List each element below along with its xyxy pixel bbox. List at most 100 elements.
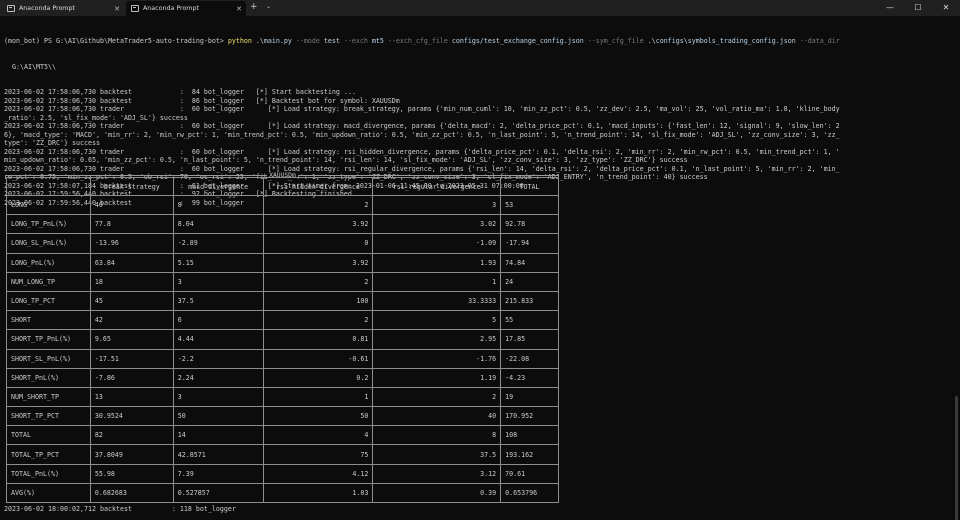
tab-close-icon[interactable]: ✕: [232, 5, 246, 13]
table-cell: 215.833: [500, 290, 559, 312]
scrollbar-thumb[interactable]: [955, 396, 958, 520]
table-cell: 6: [172, 310, 264, 331]
maximize-button[interactable]: ☐: [904, 0, 932, 16]
row-label: LONG: [6, 194, 91, 216]
table-cell: 8.04: [172, 214, 264, 235]
command-part: mt5: [367, 37, 388, 45]
command-line: (mon_bot) PS G:\AI\Github\MetaTrader5-au…: [4, 37, 950, 46]
command-part: --data_dir: [799, 37, 840, 45]
chevron-down-icon[interactable]: ⌄: [266, 3, 271, 10]
command-part: --mode: [295, 37, 320, 45]
table-cell: 1: [372, 271, 502, 292]
title-bar: Anaconda Prompt ✕ Anaconda Prompt ✕ + ⌄ …: [0, 0, 960, 16]
table-cell: 53: [500, 194, 559, 216]
command-part: test: [319, 37, 344, 45]
row-label: SHORT: [6, 310, 91, 331]
log-line: 2023-06-02 17:58:06,730 backtest : 84 bo…: [4, 88, 356, 96]
command-part: .\main.py: [251, 37, 296, 45]
table-cell: 2.24: [172, 367, 264, 388]
terminal-icon: [131, 5, 139, 12]
table-cell: 17.85: [500, 329, 559, 350]
row-label: TOTAL_PnL(%): [6, 463, 91, 484]
table-cell: 82: [89, 425, 174, 446]
table-row: NUM_LONG_TP 18 3 2 1 24: [6, 271, 559, 292]
table-cell: 92.78: [500, 214, 559, 235]
table-cell: -17.51: [89, 348, 174, 369]
table-cell: 3.12: [372, 463, 502, 484]
table-cell: -2.89: [172, 233, 264, 254]
table-cell: 14: [172, 425, 264, 446]
minimize-button[interactable]: —: [876, 0, 904, 16]
tab-close-icon[interactable]: ✕: [110, 5, 124, 13]
table-cell: 77.8: [89, 214, 174, 235]
row-label: LONG_TP_PnL(%): [6, 214, 91, 235]
log-line: 2023-06-02 17:58:06,730 trader : 60 bot_…: [4, 147, 840, 156]
table-cell: 9.65: [89, 329, 174, 350]
table-cell: 0.2: [262, 367, 374, 388]
table-cell: 5.15: [172, 252, 264, 273]
table-cell: 2: [372, 386, 502, 408]
scrollbar[interactable]: [952, 16, 960, 520]
command-args: .\main.py --mode test --exch mt5 --exch_…: [252, 37, 840, 45]
row-label: SHORT_TP_PnL(%): [6, 329, 91, 350]
row-label: LONG_PnL(%): [6, 252, 91, 273]
table-cell: -17.94: [500, 233, 559, 254]
table-row: LONG_PnL(%) 63.84 5.15 3.92 1.93 74.84: [6, 252, 559, 273]
table-cell: 50: [262, 406, 374, 427]
table-cell: 33.3333: [372, 290, 502, 312]
table-cell: 42: [89, 310, 174, 331]
table-cell: 45: [89, 290, 174, 312]
table-cell: 19: [500, 386, 559, 408]
table-cell: 24: [500, 271, 559, 292]
table-cell: 63.84: [89, 252, 174, 273]
tab-anaconda-prompt-2[interactable]: Anaconda Prompt ✕: [126, 1, 246, 16]
table-cell: 100: [262, 290, 374, 312]
table-cell: -1.76: [372, 348, 502, 369]
table-row: SHORT_TP_PnL(%) 9.65 4.44 0.81 2.95 17.85: [6, 329, 559, 350]
table-cell: 3.92: [262, 252, 374, 273]
command-part: .\configs\symbols_trading_config.json: [643, 37, 800, 45]
table-cell: 2.95: [372, 329, 502, 350]
table-cell: 0.682683: [89, 482, 174, 504]
row-label: AVG(%): [6, 482, 91, 504]
table-cell: 1.03: [262, 482, 374, 504]
table-cell: 1.93: [372, 252, 502, 273]
row-label: NUM_LONG_TP: [6, 271, 91, 292]
table-cell: 5: [372, 310, 502, 331]
tab-anaconda-prompt-1[interactable]: Anaconda Prompt ✕: [2, 1, 124, 16]
table-cell: 50: [172, 406, 264, 427]
table-row: LONG 40 8 2 3 53: [6, 194, 559, 216]
table-cell: 2: [262, 271, 374, 292]
table-cell: 8: [372, 425, 502, 446]
table-cell: 18: [89, 271, 174, 292]
row-label: LONG_SL_PnL(%): [6, 233, 91, 254]
table-row: LONG_TP_PCT 45 37.5 100 33.3333 215.833: [6, 290, 559, 312]
row-label: LONG_TP_PCT: [6, 290, 91, 312]
row-label: TOTAL: [6, 425, 91, 446]
close-button[interactable]: ✕: [932, 0, 960, 16]
table-body: LONG 40 8 2 3 53 LONG_TP_PnL(%) 77.8 8.04 3.92 3.0…: [6, 194, 559, 504]
table-row: SHORT_PnL(%) -7.86 2.24 0.2 1.19 -4.23: [6, 367, 559, 388]
table-cell: 0.527857: [172, 482, 264, 504]
new-tab-button[interactable]: +: [250, 2, 258, 12]
table-row: AVG(%) 0.682683 0.527857 1.03 0.39 0.653796: [6, 482, 559, 504]
log-line: min_updown_ratio': 0.65, 'min_zz_pct': 0…: [4, 156, 688, 164]
column-header: TOTAL: [500, 177, 559, 196]
table-cell: 3: [372, 194, 502, 216]
column-header: break_strategy: [89, 177, 174, 196]
table-row: TOTAL_TP_PCT 37.8049 42.8571 75 37.5 193.162: [6, 444, 559, 465]
log-line: 6}, 'macd_type': 'MACD', 'min_rr': 2, 'm…: [4, 130, 840, 139]
table-cell: -13.96: [89, 233, 174, 254]
table-cell: 37.5: [372, 444, 502, 465]
column-header: rsi_hidden_divergence: [262, 177, 374, 196]
final-log-line: 2023-06-02 18:00:02,712 backtest : 118 b…: [4, 505, 236, 513]
table-cell: 40: [372, 406, 502, 427]
command-exe: python: [227, 37, 252, 45]
table-row: TOTAL_PnL(%) 55.98 7.39 4.12 3.12 70.61: [6, 463, 559, 484]
table-cell: 3.02: [372, 214, 502, 235]
command-part: --exch: [343, 37, 368, 45]
table-cell: 1: [262, 386, 374, 408]
table-row: NUM_SHORT_TP 13 3 1 2 19: [6, 386, 559, 408]
row-label: TOTAL_TP_PCT: [6, 444, 91, 465]
table-cell: 0.653796: [500, 482, 559, 504]
